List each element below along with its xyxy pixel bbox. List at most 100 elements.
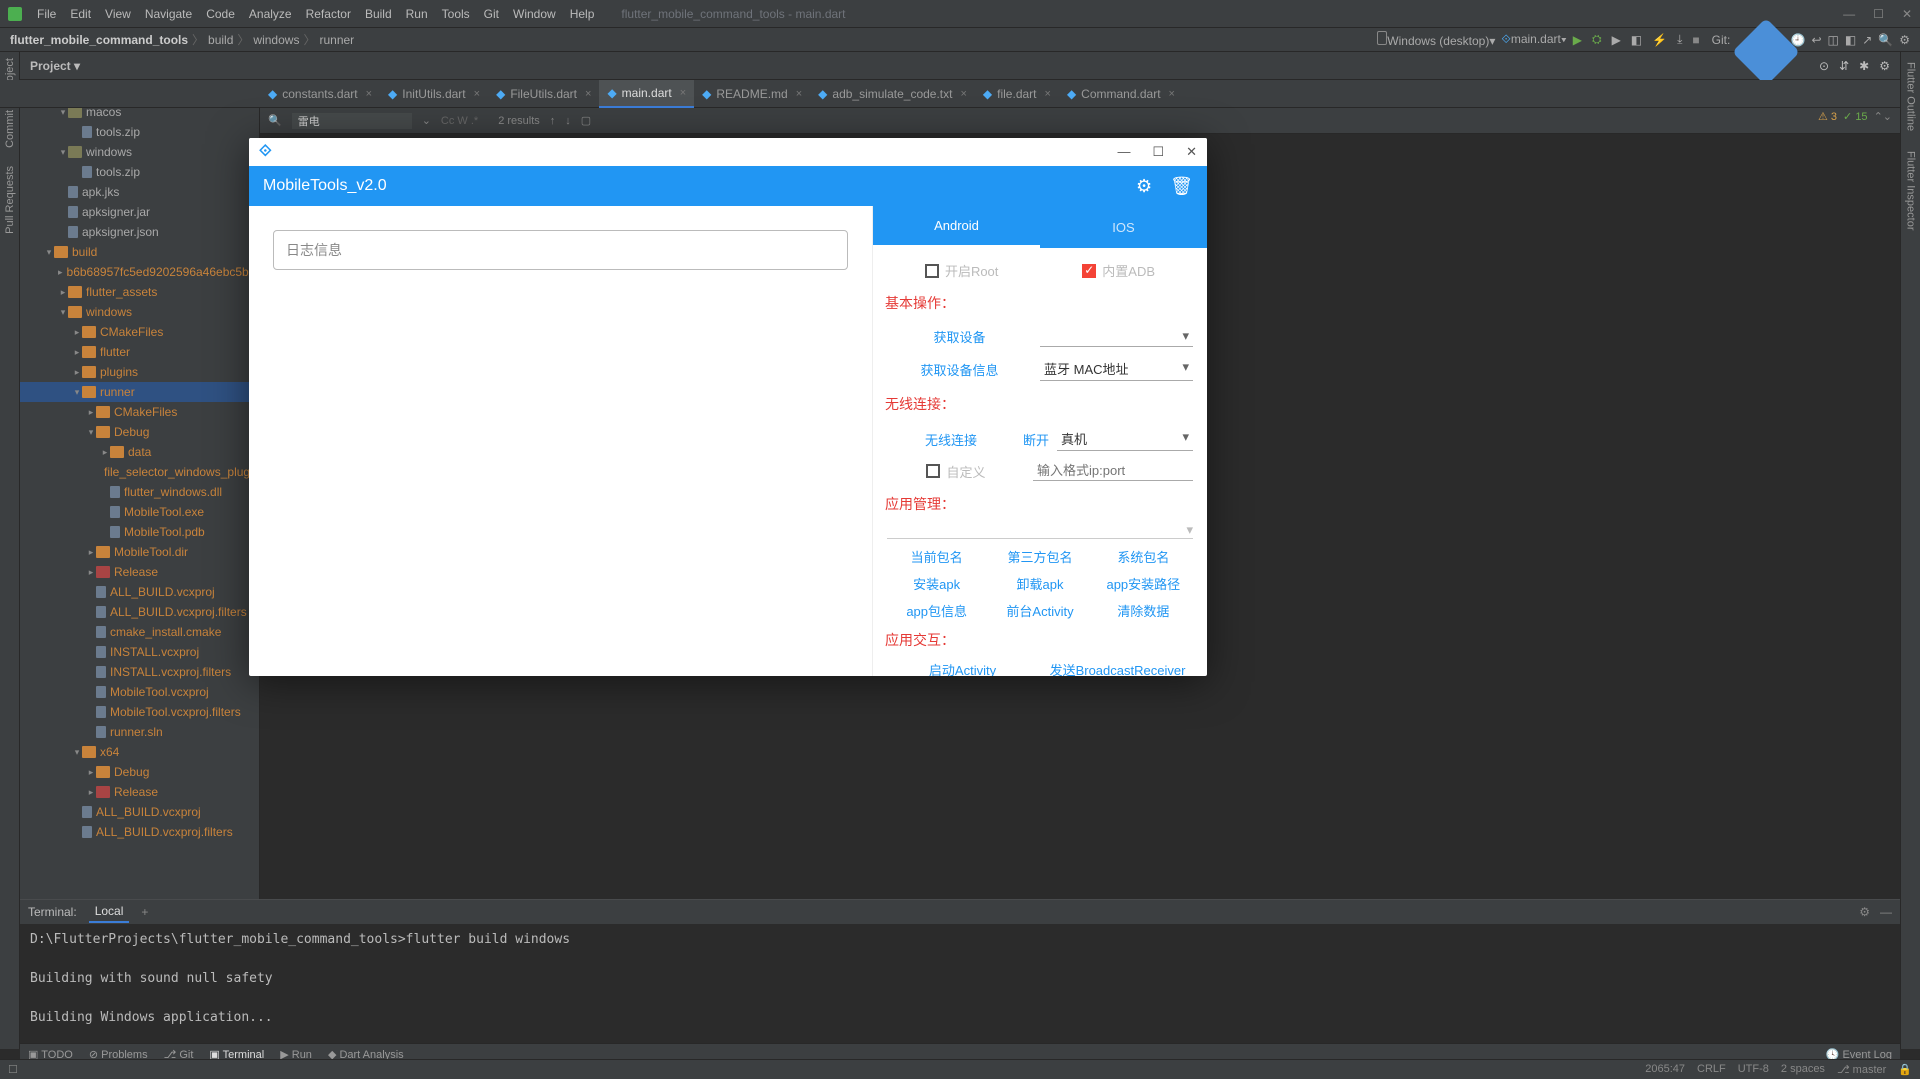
status-lineending[interactable]: CRLF	[1697, 1063, 1726, 1076]
settings-icon[interactable]: ⚙	[1879, 59, 1890, 73]
app-action-button[interactable]: 安装apk	[887, 574, 986, 593]
toolbar-icon[interactable]: ◫	[1828, 33, 1839, 47]
tree-row[interactable]: MobileTool.vcxproj.filters	[20, 702, 259, 722]
breadcrumb-item[interactable]: flutter_mobile_command_tools	[10, 33, 188, 47]
breadcrumb-item[interactable]: windows	[253, 33, 299, 47]
tree-row[interactable]: ALL_BUILD.vcxproj.filters	[20, 822, 259, 842]
terminal-hide-icon[interactable]: —	[1880, 905, 1892, 919]
debug-button-icon[interactable]: ⛭	[1592, 32, 1602, 47]
tree-row[interactable]: ▸CMakeFiles	[20, 402, 259, 422]
status-encoding[interactable]: UTF-8	[1738, 1063, 1769, 1076]
editor-tab[interactable]: ◆README.md×	[694, 80, 810, 108]
menu-run[interactable]: Run	[399, 7, 435, 21]
menu-view[interactable]: View	[98, 7, 138, 21]
menu-window[interactable]: Window	[506, 7, 563, 21]
menu-edit[interactable]: Edit	[63, 7, 98, 21]
popup-close-icon[interactable]: ✕	[1186, 144, 1197, 160]
tree-row[interactable]: ▸flutter_assets	[20, 282, 259, 302]
terminal-add-tab[interactable]: +	[141, 905, 148, 919]
tree-row[interactable]: ▾Debug	[20, 422, 259, 442]
menu-code[interactable]: Code	[199, 7, 242, 21]
appbar-delete-icon[interactable]: 🗑	[1170, 176, 1193, 197]
toolbar-icon[interactable]: ◧	[1845, 33, 1856, 47]
sidebar-tab-flutter-outline[interactable]: Flutter Outline	[1905, 62, 1917, 131]
close-tab-icon[interactable]: ×	[366, 88, 372, 100]
find-prev-icon[interactable]: ↑	[550, 115, 556, 127]
tree-row[interactable]: apk.jks	[20, 182, 259, 202]
wireless-target-select[interactable]: 真机▾	[1057, 427, 1193, 451]
close-tab-icon[interactable]: ×	[680, 87, 686, 99]
tree-row[interactable]: ▾build	[20, 242, 259, 262]
find-next-icon[interactable]: ↓	[565, 115, 571, 127]
status-lock-icon[interactable]: 🔒	[1898, 1063, 1912, 1076]
app-action-button[interactable]: 当前包名	[887, 547, 986, 566]
settings-icon[interactable]: ⚙	[1899, 33, 1910, 47]
log-output-box[interactable]: 日志信息	[273, 230, 848, 270]
window-close-icon[interactable]: ✕	[1902, 7, 1912, 21]
tab-android[interactable]: Android	[873, 206, 1040, 248]
close-tab-icon[interactable]: ×	[1045, 88, 1051, 100]
tree-row[interactable]: ▸Release	[20, 782, 259, 802]
menu-build[interactable]: Build	[358, 7, 399, 21]
sidebar-tab-flutter-inspector[interactable]: Flutter Inspector	[1905, 151, 1917, 230]
menu-help[interactable]: Help	[563, 7, 602, 21]
app-action-button[interactable]: 清除数据	[1094, 601, 1193, 620]
sidebar-tab-commit[interactable]: Commit	[4, 110, 16, 148]
status-indent[interactable]: 2 spaces	[1781, 1063, 1825, 1076]
search-everywhere-icon[interactable]: 🔍	[1878, 33, 1893, 47]
breadcrumb-item[interactable]: runner	[319, 33, 354, 47]
wireless-connect-button[interactable]: 无线连接	[887, 430, 1015, 449]
tree-row[interactable]: apksigner.jar	[20, 202, 259, 222]
tree-row[interactable]: tools.zip	[20, 122, 259, 142]
app-action-button[interactable]: app安装路径	[1094, 574, 1193, 593]
tree-row[interactable]: ▾windows	[20, 142, 259, 162]
tree-row[interactable]: tools.zip	[20, 162, 259, 182]
run-config-selector[interactable]: ⟐main.dart▾	[1501, 32, 1566, 47]
editor-tab[interactable]: ◆file.dart×	[975, 80, 1059, 108]
device-selector[interactable]: Windows (desktop)▾	[1377, 31, 1495, 48]
close-tab-icon[interactable]: ×	[474, 88, 480, 100]
wireless-disconnect-button[interactable]: 断开	[1023, 430, 1049, 449]
terminal-settings-icon[interactable]: ⚙	[1859, 905, 1870, 919]
menu-tools[interactable]: Tools	[435, 7, 477, 21]
menu-file[interactable]: File	[30, 7, 63, 21]
app-action-button[interactable]: 前台Activity	[990, 601, 1089, 620]
tree-row[interactable]: file_selector_windows_plugin.d	[20, 462, 259, 482]
tree-row[interactable]: cmake_install.cmake	[20, 622, 259, 642]
tree-row[interactable]: MobileTool.vcxproj	[20, 682, 259, 702]
tab-ios[interactable]: IOS	[1040, 206, 1207, 248]
tree-row[interactable]: INSTALL.vcxproj.filters	[20, 662, 259, 682]
close-tab-icon[interactable]: ×	[585, 88, 591, 100]
close-tab-icon[interactable]: ×	[1169, 88, 1175, 100]
ip-port-input[interactable]	[1033, 461, 1193, 481]
terminal-tab-local[interactable]: Local	[89, 901, 130, 923]
tree-row[interactable]: ▸MobileTool.dir	[20, 542, 259, 562]
app-action-button[interactable]: app包信息	[887, 601, 986, 620]
editor-tab[interactable]: ◆InitUtils.dart×	[380, 80, 488, 108]
tree-row[interactable]: ALL_BUILD.vcxproj	[20, 582, 259, 602]
stop-icon[interactable]: ■	[1692, 33, 1699, 47]
tree-row[interactable]: MobileTool.pdb	[20, 522, 259, 542]
git-rollback-icon[interactable]: ↩	[1811, 33, 1821, 47]
window-maximize-icon[interactable]: ☐	[1873, 7, 1884, 21]
tree-row[interactable]: flutter_windows.dll	[20, 482, 259, 502]
tree-row[interactable]: MobileTool.exe	[20, 502, 259, 522]
tree-row[interactable]: runner.sln	[20, 722, 259, 742]
tree-row[interactable]: ▾x64	[20, 742, 259, 762]
window-minimize-icon[interactable]: —	[1843, 7, 1855, 21]
menu-refactor[interactable]: Refactor	[299, 7, 358, 21]
tree-row[interactable]: ALL_BUILD.vcxproj.filters	[20, 602, 259, 622]
tree-row[interactable]: ▸b6b68957fc5ed9202596a46ebc5bde9b...	[20, 262, 259, 282]
popup-minimize-icon[interactable]: —	[1117, 144, 1130, 160]
device-select[interactable]: ▾	[1040, 326, 1193, 347]
menu-navigate[interactable]: Navigate	[138, 7, 199, 21]
status-branch[interactable]: ⎇ master	[1837, 1063, 1886, 1076]
app-action-button[interactable]: 第三方包名	[990, 547, 1089, 566]
coverage-icon[interactable]: ▶	[1612, 33, 1621, 47]
app-action-button[interactable]: 系统包名	[1094, 547, 1193, 566]
editor-tab[interactable]: ◆Command.dart×	[1059, 80, 1183, 108]
warning-badge[interactable]: ⚠ 3	[1818, 110, 1837, 123]
collapse-icon[interactable]: ✱	[1859, 59, 1869, 73]
profile-icon[interactable]: ◧	[1631, 33, 1642, 47]
interact-action-button[interactable]: 启动Activity	[887, 660, 1038, 676]
